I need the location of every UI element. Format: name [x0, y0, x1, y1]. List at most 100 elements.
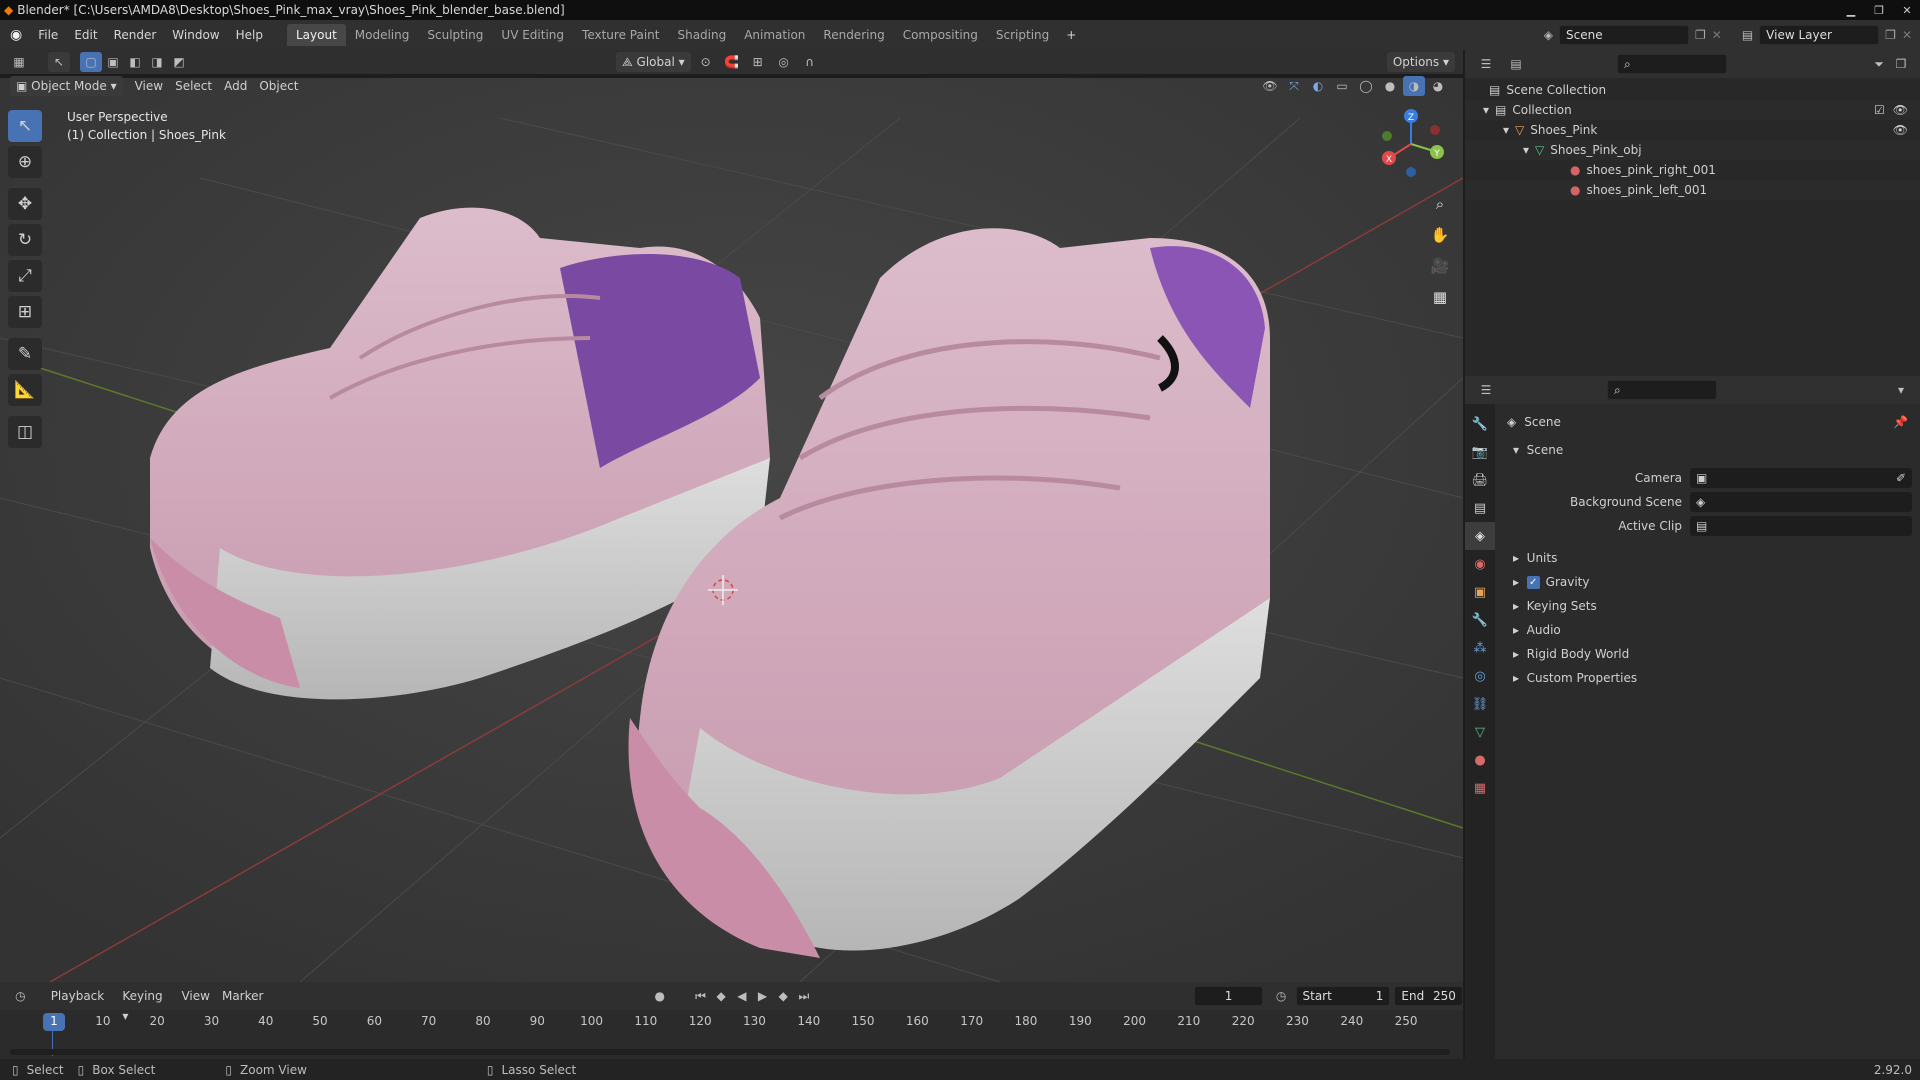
scene-icon[interactable]: ◈ [1544, 28, 1553, 42]
tab-animation[interactable]: Animation [735, 24, 814, 46]
jump-start-icon[interactable]: ⏮ [690, 986, 711, 1006]
pivot-point-icon[interactable]: ⊙ [695, 52, 717, 72]
scene-selector[interactable]: Scene [1559, 25, 1689, 45]
pin-icon[interactable]: 📌 [1893, 415, 1908, 429]
mode-intersect-icon[interactable]: ◩ [168, 52, 190, 72]
add-workspace-icon[interactable]: + [1058, 24, 1084, 46]
current-frame-field[interactable]: 1 [1194, 986, 1263, 1006]
camera-field[interactable]: ▣ ✐ [1690, 468, 1912, 488]
world-tab-icon[interactable]: ◉ [1465, 550, 1495, 578]
modifier-tab-icon[interactable]: 🔧 [1465, 606, 1495, 634]
measure-tool-icon[interactable]: 📐 [8, 374, 42, 406]
material-shading-icon[interactable]: ◑ [1403, 76, 1425, 96]
annotate-tool-icon[interactable]: ✎ [8, 338, 42, 370]
tab-compositing[interactable]: Compositing [894, 24, 987, 46]
background-scene-field[interactable]: ◈ [1690, 492, 1912, 512]
scene-tab-icon[interactable]: ◈ [1465, 522, 1495, 550]
select-tool-icon[interactable]: ↖ [48, 52, 70, 72]
scale-tool-icon[interactable]: ⤢ [8, 260, 42, 292]
units-panel[interactable]: ▸ Units [1495, 546, 1920, 570]
rigid-body-world-panel[interactable]: ▸ Rigid Body World [1495, 642, 1920, 666]
filter-icon[interactable]: ⏷ [1868, 54, 1890, 74]
new-scene-icon[interactable]: ❐ [1695, 28, 1706, 42]
camera-view-icon[interactable]: 🎥 [1426, 252, 1454, 280]
falloff-icon[interactable]: ∩ [799, 52, 821, 72]
proportional-edit-icon[interactable]: ◎ [773, 52, 795, 72]
active-clip-field[interactable]: ▤ [1690, 516, 1912, 536]
start-frame-field[interactable]: Start 1 [1295, 986, 1391, 1006]
cursor-tool-icon[interactable]: ⊕ [8, 146, 42, 178]
tab-texture-paint[interactable]: Texture Paint [573, 24, 668, 46]
play-reverse-icon[interactable]: ◀ [732, 986, 753, 1006]
timeline-scrollbar[interactable] [10, 1049, 1450, 1055]
delete-scene-icon[interactable]: ✕ [1712, 28, 1722, 42]
blender-menu-icon[interactable]: ◉ [10, 27, 22, 43]
solid-shading-icon[interactable]: ● [1379, 76, 1401, 96]
outliner-editor-type-icon[interactable]: ☰ [1475, 54, 1497, 74]
tab-shading[interactable]: Shading [668, 24, 735, 46]
keying-sets-panel[interactable]: ▸ Keying Sets [1495, 594, 1920, 618]
expand-arrow-icon[interactable]: ▾ [1465, 123, 1509, 137]
outliner-row-shoes-pink-left[interactable]: ● shoes_pink_left_001 [1465, 180, 1920, 200]
eye-icon[interactable]: 👁 [1893, 123, 1908, 137]
navigation-gizmo[interactable]: Z Y X [1375, 108, 1445, 178]
visibility-icon[interactable]: 👁 [1259, 76, 1281, 96]
expand-arrow-icon[interactable]: ▾ [1465, 143, 1529, 157]
view-layer-tab-icon[interactable]: ▤ [1465, 494, 1495, 522]
transform-tool-icon[interactable]: ⊞ [8, 296, 42, 328]
properties-editor-type-icon[interactable]: ☰ [1475, 380, 1497, 400]
3d-viewport[interactable]: User Perspective (1) Collection | Shoes_… [0, 78, 1463, 982]
outliner-row-shoes-pink[interactable]: ▾ ▽ Shoes_Pink 👁 [1465, 120, 1920, 140]
transform-orientation-dropdown[interactable]: ⟁ Global ▾ [616, 52, 691, 72]
view-layer-icon[interactable]: ▤ [1742, 28, 1753, 42]
render-tab-icon[interactable]: 📷 [1465, 438, 1495, 466]
tab-modeling[interactable]: Modeling [346, 24, 419, 46]
outliner-row-scene-collection[interactable]: ▤ Scene Collection [1465, 80, 1920, 100]
viewport-menu-view[interactable]: View [129, 76, 169, 96]
mode-dropdown[interactable]: ▣ Object Mode ▾ [10, 76, 123, 96]
tab-layout[interactable]: Layout [286, 24, 346, 46]
timeline-ruler[interactable]: 1 10 20 30 40 50 60 70 80 90 100 110 120 130 140 150 160… [0, 1010, 1463, 1034]
menu-help[interactable]: Help [228, 24, 271, 46]
properties-search-input[interactable]: ⌕ [1607, 380, 1717, 400]
constraints-tab-icon[interactable]: ⛓ [1465, 690, 1495, 718]
snap-target-icon[interactable]: ⊞ [747, 52, 769, 72]
texture-tab-icon[interactable]: ▦ [1465, 774, 1495, 802]
timeline-menu-keying[interactable]: Keying ▾ [116, 986, 175, 1023]
properties-options-icon[interactable]: ▾ [1890, 380, 1912, 400]
mode-subtract-icon[interactable]: ◧ [124, 52, 146, 72]
options-dropdown[interactable]: Options ▾ [1386, 52, 1455, 72]
outliner-row-shoes-pink-right[interactable]: ● shoes_pink_right_001 [1465, 160, 1920, 180]
output-tab-icon[interactable]: 🖨 [1465, 466, 1495, 494]
timeline-editor-type-icon[interactable]: ◷ [10, 986, 31, 1006]
rendered-shading-icon[interactable]: ◕ [1427, 76, 1449, 96]
outliner-row-shoes-pink-obj[interactable]: ▾ ▽ Shoes_Pink_obj [1465, 140, 1920, 160]
mode-new-icon[interactable]: ▢ [80, 52, 102, 72]
data-tab-icon[interactable]: ▽ [1465, 718, 1495, 746]
jump-end-icon[interactable]: ⏭ [794, 986, 815, 1006]
viewport-menu-select[interactable]: Select [169, 76, 218, 96]
new-collection-icon[interactable]: ❐ [1890, 54, 1912, 74]
end-frame-field[interactable]: End 250 [1394, 986, 1463, 1006]
jump-keyframe-back-icon[interactable]: ◆ [711, 986, 732, 1006]
custom-properties-panel[interactable]: ▸ Custom Properties [1495, 666, 1920, 690]
particles-tab-icon[interactable]: ⁂ [1465, 634, 1495, 662]
wireframe-shading-icon[interactable]: ◯ [1355, 76, 1377, 96]
viewport-menu-add[interactable]: Add [218, 76, 253, 96]
move-tool-icon[interactable]: ✥ [8, 188, 42, 220]
display-mode-icon[interactable]: ▤ [1505, 54, 1527, 74]
jump-keyframe-forward-icon[interactable]: ◆ [773, 986, 794, 1006]
tab-uv-editing[interactable]: UV Editing [492, 24, 573, 46]
scene-panel-header[interactable]: ▾ Scene [1495, 438, 1920, 462]
tool-tab-icon[interactable]: 🔧 [1465, 410, 1495, 438]
physics-tab-icon[interactable]: ◎ [1465, 662, 1495, 690]
timeline-menu-playback[interactable]: Playback ▾ [45, 986, 117, 1023]
menu-file[interactable]: File [30, 24, 66, 46]
menu-window[interactable]: Window [164, 24, 227, 46]
auto-keying-icon[interactable]: ● [649, 986, 670, 1006]
ortho-grid-icon[interactable]: ▦ [1426, 283, 1454, 311]
expand-arrow-icon[interactable]: ▾ [1465, 103, 1489, 117]
snap-icon[interactable]: 🧲 [721, 52, 743, 72]
mode-extend-icon[interactable]: ▣ [102, 52, 124, 72]
viewport-menu-object[interactable]: Object [253, 76, 304, 96]
